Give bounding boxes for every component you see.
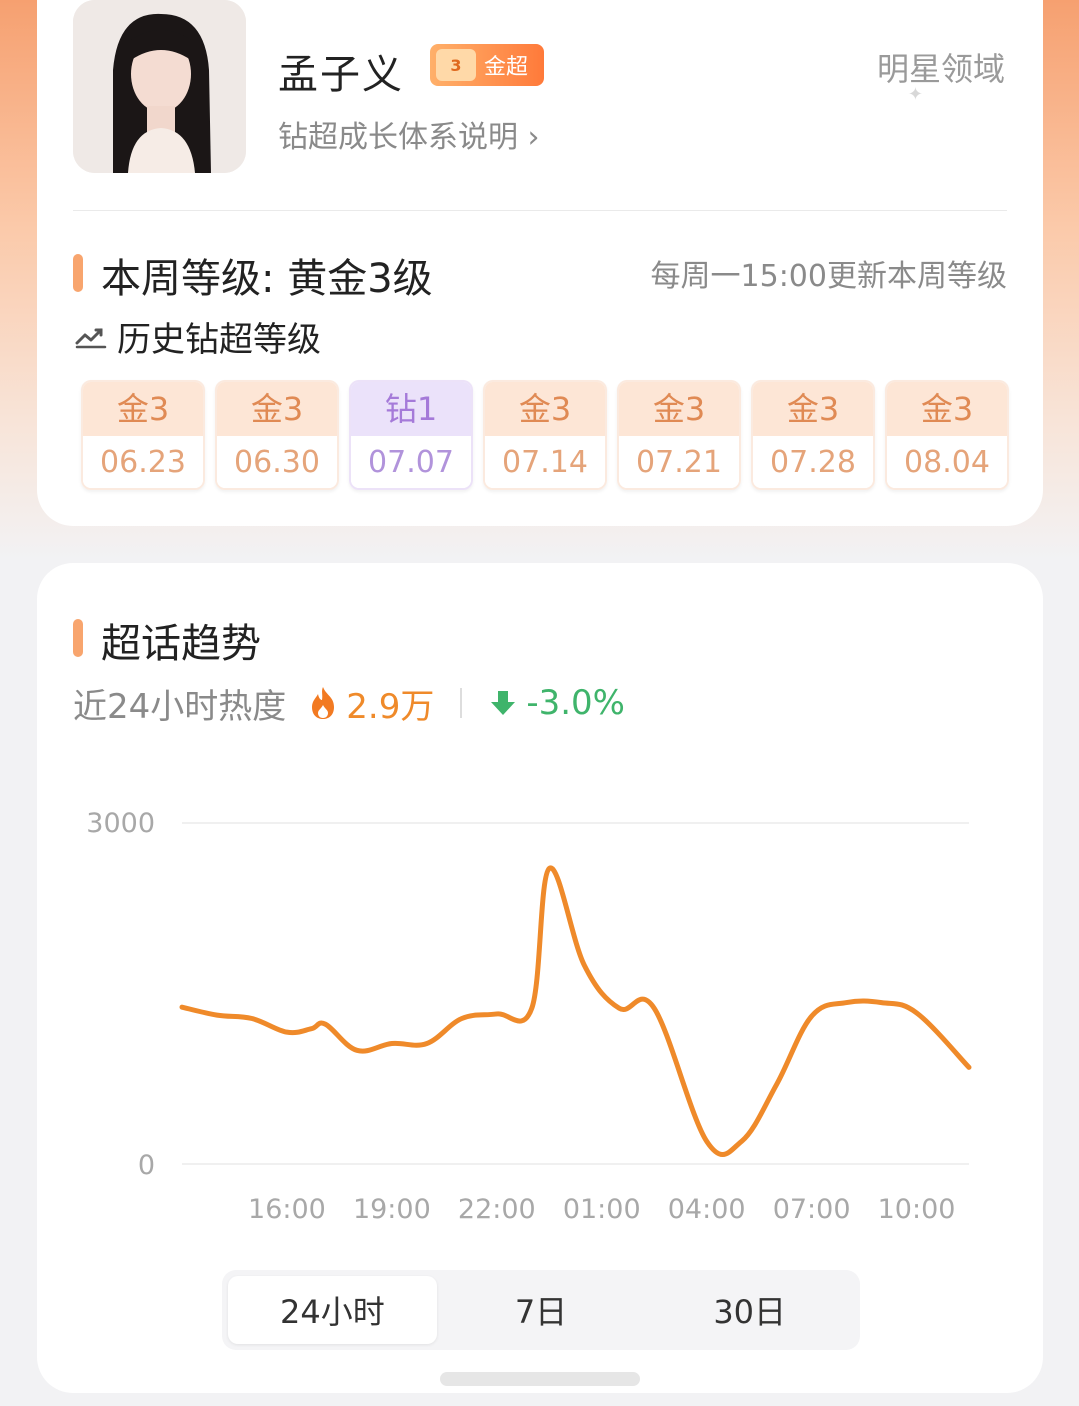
y-tick-label: 3000 — [86, 808, 155, 839]
history-level-item[interactable]: 钻1 07.07 — [349, 380, 473, 490]
history-level: 金3 — [83, 382, 203, 436]
history-level: 金3 — [619, 382, 739, 436]
history-level-item[interactable]: 金3 07.28 — [751, 380, 875, 490]
series-line — [179, 865, 972, 1157]
x-tick-label: 07:00 — [773, 1194, 851, 1223]
x-tick-label: 10:00 — [878, 1194, 956, 1223]
fire-icon — [312, 687, 335, 719]
x-tick-label: 04:00 — [668, 1194, 746, 1223]
range-tabs: 24小时 7日 30日 — [222, 1270, 860, 1350]
tab-30d[interactable]: 30日 — [645, 1276, 854, 1344]
badge-label: 金超 — [484, 55, 529, 80]
history-date: 07.14 — [485, 436, 605, 488]
tab-24h[interactable]: 24小时 — [228, 1276, 437, 1344]
level-badge[interactable]: 3 金超 — [430, 44, 544, 86]
heat-change: -3.0% — [526, 683, 625, 723]
history-level: 钻1 — [351, 382, 471, 436]
history-level: 金3 — [753, 382, 873, 436]
separator — [460, 688, 463, 718]
section-accent — [73, 619, 83, 657]
history-date: 07.07 — [351, 436, 471, 488]
arrow-down-icon — [491, 691, 516, 715]
history-level-title: 历史钻超等级 — [75, 312, 321, 361]
trend-title: 超话趋势 — [101, 621, 261, 667]
user-name: 孟子义 — [278, 52, 404, 98]
update-note: 每周一15:00更新本周等级 — [650, 259, 1007, 294]
growth-system-link[interactable]: 钻超成长体系说明 › — [278, 112, 540, 156]
x-tick-label: 19:00 — [353, 1194, 431, 1223]
history-date: 08.04 — [887, 436, 1007, 488]
history-level-list: 金3 06.23 金3 06.30 钻1 07.07 金3 07.14 金3 07.21 … — [81, 380, 1009, 490]
x-tick-label: 01:00 — [563, 1194, 641, 1223]
trend-line-icon — [75, 328, 107, 348]
x-tick-label: 16:00 — [248, 1194, 326, 1223]
profile-card: 孟子义 3 金超 明星领域 ✦ 钻超成长体系说明 › 本周等级: 黄金3级 每周… — [37, 0, 1043, 526]
history-date: 06.23 — [83, 436, 203, 488]
y-tick-label: 0 — [138, 1150, 155, 1181]
current-week-level: 本周等级: 黄金3级 — [101, 256, 433, 302]
sparkle-icon: ✦ — [907, 84, 923, 105]
history-level-item[interactable]: 金3 07.21 — [617, 380, 741, 490]
history-level: 金3 — [887, 382, 1007, 436]
divider — [73, 210, 1007, 211]
history-date: 07.21 — [619, 436, 739, 488]
avatar[interactable] — [73, 0, 246, 173]
history-level: 金3 — [485, 382, 605, 436]
tab-7d[interactable]: 7日 — [437, 1276, 646, 1344]
history-title-text: 历史钻超等级 — [117, 320, 321, 360]
history-level-item[interactable]: 金3 06.30 — [215, 380, 339, 490]
history-level-item[interactable]: 金3 06.23 — [81, 380, 205, 490]
section-accent — [73, 254, 83, 292]
home-indicator[interactable] — [440, 1372, 640, 1386]
heat-trend-chart: 3000 0 16:00 19:00 22:00 01:00 04:00 07:00 10:… — [86, 808, 972, 1223]
trend-card: 超话趋势 近24小时热度 2.9万 -3.0% 3000 0 16:00 19:0… — [37, 563, 1043, 1393]
history-date: 07.28 — [753, 436, 873, 488]
history-level-item[interactable]: 金3 08.04 — [885, 380, 1009, 490]
heat-label: 近24小时热度 — [73, 686, 287, 727]
badge-number: 3 — [450, 55, 462, 75]
diamond-icon: 3 — [436, 49, 476, 81]
heat-value: 2.9万 — [346, 686, 435, 727]
realm-label[interactable]: 明星领域 — [877, 44, 1005, 90]
heat-summary: 近24小时热度 2.9万 -3.0% — [73, 681, 625, 727]
x-tick-label: 22:00 — [458, 1194, 536, 1223]
history-level: 金3 — [217, 382, 337, 436]
history-date: 06.30 — [217, 436, 337, 488]
history-level-item[interactable]: 金3 07.14 — [483, 380, 607, 490]
